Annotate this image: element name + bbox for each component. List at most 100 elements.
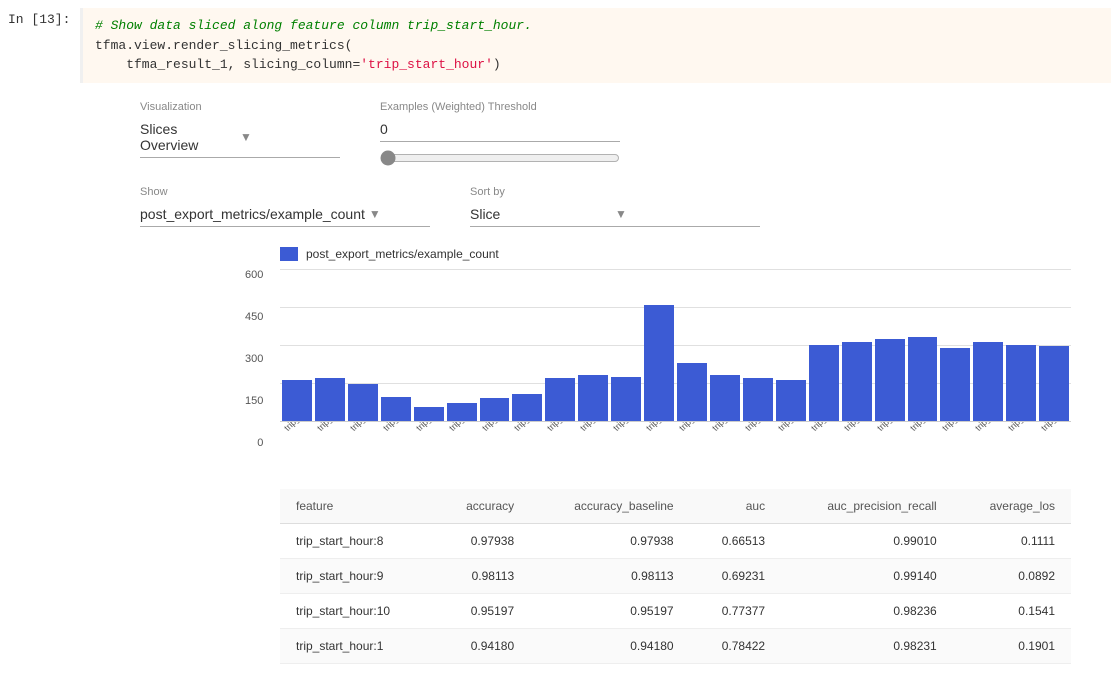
table-cell-0-5: 0.1111: [953, 523, 1071, 558]
table-cell-3-0: trip_start_hour:1: [280, 628, 433, 663]
show-label: Show: [140, 186, 430, 198]
show-arrow-icon: ▼: [369, 207, 426, 221]
bar-14: [743, 378, 773, 421]
sort-arrow-icon: ▼: [615, 207, 756, 221]
threshold-slider[interactable]: [380, 150, 620, 166]
visualization-value: Slices Overview: [140, 121, 236, 153]
y-label-150: 150: [245, 395, 263, 407]
table-cell-2-3: 0.77377: [690, 593, 782, 628]
code-cell: In [13]: # Show data sliced along featur…: [0, 0, 1111, 91]
table-cell-0-3: 0.66513: [690, 523, 782, 558]
show-value: post_export_metrics/example_count: [140, 206, 365, 222]
bar-3: [381, 397, 411, 421]
bar-17: [842, 342, 872, 421]
visualization-label: Visualization: [140, 101, 340, 113]
chart-legend: post_export_metrics/example_count: [280, 247, 1071, 261]
show-control: Show post_export_metrics/example_count ▼: [140, 186, 430, 227]
bar-1: [315, 378, 345, 421]
code-line-3: tfma_result_1, slicing_column='trip_star…: [95, 55, 1099, 75]
bar-20: [940, 348, 970, 421]
visualization-control: Visualization Slices Overview ▼: [140, 101, 340, 158]
visualization-arrow-icon: ▼: [240, 130, 336, 144]
table-row: trip_start_hour:90.981130.981130.692310.…: [280, 558, 1071, 593]
table-row: trip_start_hour:80.979380.979380.665130.…: [280, 523, 1071, 558]
visualization-dropdown[interactable]: Slices Overview ▼: [140, 117, 340, 158]
legend-label: post_export_metrics/example_count: [306, 247, 499, 261]
bar-10: [611, 377, 641, 421]
slider-container: [380, 150, 620, 170]
sort-control: Sort by Slice ▼: [470, 186, 760, 227]
bar-6: [480, 398, 510, 421]
table-cell-3-2: 0.94180: [530, 628, 689, 663]
table-cell-1-1: 0.98113: [433, 558, 530, 593]
bar-21: [973, 342, 1003, 421]
table-cell-1-0: trip_start_hour:9: [280, 558, 433, 593]
show-dropdown[interactable]: post_export_metrics/example_count ▼: [140, 202, 430, 227]
bar-4: [414, 407, 444, 421]
y-label-300: 300: [245, 353, 263, 365]
sort-label: Sort by: [470, 186, 760, 198]
x-axis: trip_s...trip_s...trip_s...trip_s...trip…: [280, 422, 1071, 469]
bar-19: [908, 337, 938, 421]
data-table: feature accuracy accuracy_baseline auc a…: [280, 489, 1071, 664]
y-label-450: 450: [245, 311, 263, 323]
bar-16: [809, 345, 839, 421]
sort-value: Slice: [470, 206, 611, 222]
col-header-auc-precision-recall: auc_precision_recall: [781, 489, 953, 524]
table-cell-1-3: 0.69231: [690, 558, 782, 593]
table-cell-0-0: trip_start_hour:8: [280, 523, 433, 558]
bar-8: [545, 378, 575, 421]
code-func: tfma.view.render_slicing_metrics(: [95, 38, 352, 53]
threshold-control: Examples (Weighted) Threshold: [380, 101, 620, 170]
table-cell-0-1: 0.97938: [433, 523, 530, 558]
code-line-1: # Show data sliced along feature column …: [95, 16, 1099, 36]
col-header-average-los: average_los: [953, 489, 1071, 524]
sort-dropdown[interactable]: Slice ▼: [470, 202, 760, 227]
bar-23: [1039, 346, 1069, 421]
widget-area: Visualization Slices Overview ▼ Examples…: [0, 91, 1111, 674]
table-header-row: feature accuracy accuracy_baseline auc a…: [280, 489, 1071, 524]
table-cell-2-5: 0.1541: [953, 593, 1071, 628]
threshold-label: Examples (Weighted) Threshold: [380, 101, 620, 113]
bar-2: [348, 384, 378, 421]
threshold-input[interactable]: [380, 117, 620, 142]
code-comment: # Show data sliced along feature column …: [95, 18, 532, 33]
col-header-accuracy: accuracy: [433, 489, 530, 524]
cell-label: In [13]:: [0, 8, 80, 31]
bar-chart: 600 450 300 150 0 trip_s...trip_s...trip…: [280, 269, 1071, 469]
table-row: trip_start_hour:100.951970.951970.773770…: [280, 593, 1071, 628]
col-header-auc: auc: [690, 489, 782, 524]
bar-11: [644, 305, 674, 421]
controls-row-2: Show post_export_metrics/example_count ▼…: [140, 186, 1091, 227]
table-cell-3-1: 0.94180: [433, 628, 530, 663]
table-cell-0-2: 0.97938: [530, 523, 689, 558]
code-block: # Show data sliced along feature column …: [80, 8, 1111, 83]
code-args: tfma_result_1, slicing_column='trip_star…: [95, 57, 501, 72]
col-header-feature: feature: [280, 489, 433, 524]
code-line-2: tfma.view.render_slicing_metrics(: [95, 36, 1099, 56]
bar-5: [447, 403, 477, 421]
table-cell-3-4: 0.98231: [781, 628, 953, 663]
table-cell-2-2: 0.95197: [530, 593, 689, 628]
bar-12: [677, 363, 707, 421]
col-header-accuracy-baseline: accuracy_baseline: [530, 489, 689, 524]
y-label-600: 600: [245, 269, 263, 281]
table-cell-2-1: 0.95197: [433, 593, 530, 628]
bar-13: [710, 375, 740, 421]
bar-0: [282, 380, 312, 421]
y-axis: 600 450 300 150 0: [245, 269, 263, 449]
bar-15: [776, 380, 806, 421]
legend-color-box: [280, 247, 298, 261]
table-cell-1-2: 0.98113: [530, 558, 689, 593]
y-label-0: 0: [245, 437, 263, 449]
table-cell-1-4: 0.99140: [781, 558, 953, 593]
bars-and-grid: [280, 269, 1071, 422]
bar-9: [578, 375, 608, 421]
table-cell-2-0: trip_start_hour:10: [280, 593, 433, 628]
bar-22: [1006, 345, 1036, 421]
chart-area: post_export_metrics/example_count 600 45…: [280, 247, 1071, 469]
bars-container: [280, 269, 1071, 421]
bar-7: [512, 394, 542, 421]
table-cell-3-5: 0.1901: [953, 628, 1071, 663]
table-cell-1-5: 0.0892: [953, 558, 1071, 593]
